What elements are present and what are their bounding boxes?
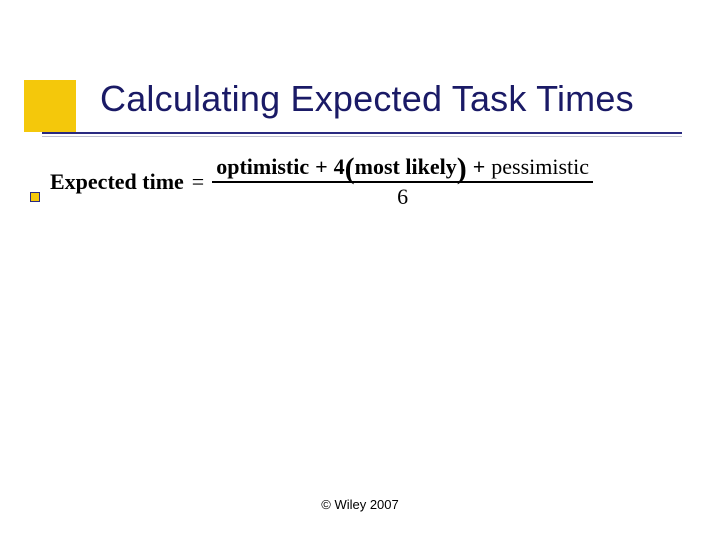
paren-open-icon: ( xyxy=(345,158,355,180)
num-plus-1: + xyxy=(309,155,334,179)
title-rule-shadow xyxy=(42,136,682,137)
num-coeff: 4 xyxy=(334,155,345,179)
num-term-optimistic: optimistic xyxy=(216,155,309,179)
num-term-mostlikely: most likely xyxy=(355,155,457,179)
paren-close-icon: ) xyxy=(457,158,467,180)
formula-numerator: optimistic + 4 ( most likely ) + pessimi… xyxy=(212,155,593,181)
formula-equals: = xyxy=(184,169,212,195)
formula-denominator: 6 xyxy=(397,183,408,209)
title-rule xyxy=(42,132,682,134)
slide: Calculating Expected Task Times Expected… xyxy=(0,0,720,540)
num-term-pessimistic: pessimistic xyxy=(491,155,589,179)
accent-square-icon xyxy=(24,80,76,132)
bullet-square-icon xyxy=(30,192,40,202)
footer-copyright: © Wiley 2007 xyxy=(0,497,720,512)
formula-lhs: Expected time xyxy=(50,169,184,195)
page-title: Calculating Expected Task Times xyxy=(100,78,634,120)
num-plus-2: + xyxy=(467,155,492,179)
formula: Expected time = optimistic + 4 ( most li… xyxy=(50,155,685,209)
formula-fraction: optimistic + 4 ( most likely ) + pessimi… xyxy=(212,155,593,209)
